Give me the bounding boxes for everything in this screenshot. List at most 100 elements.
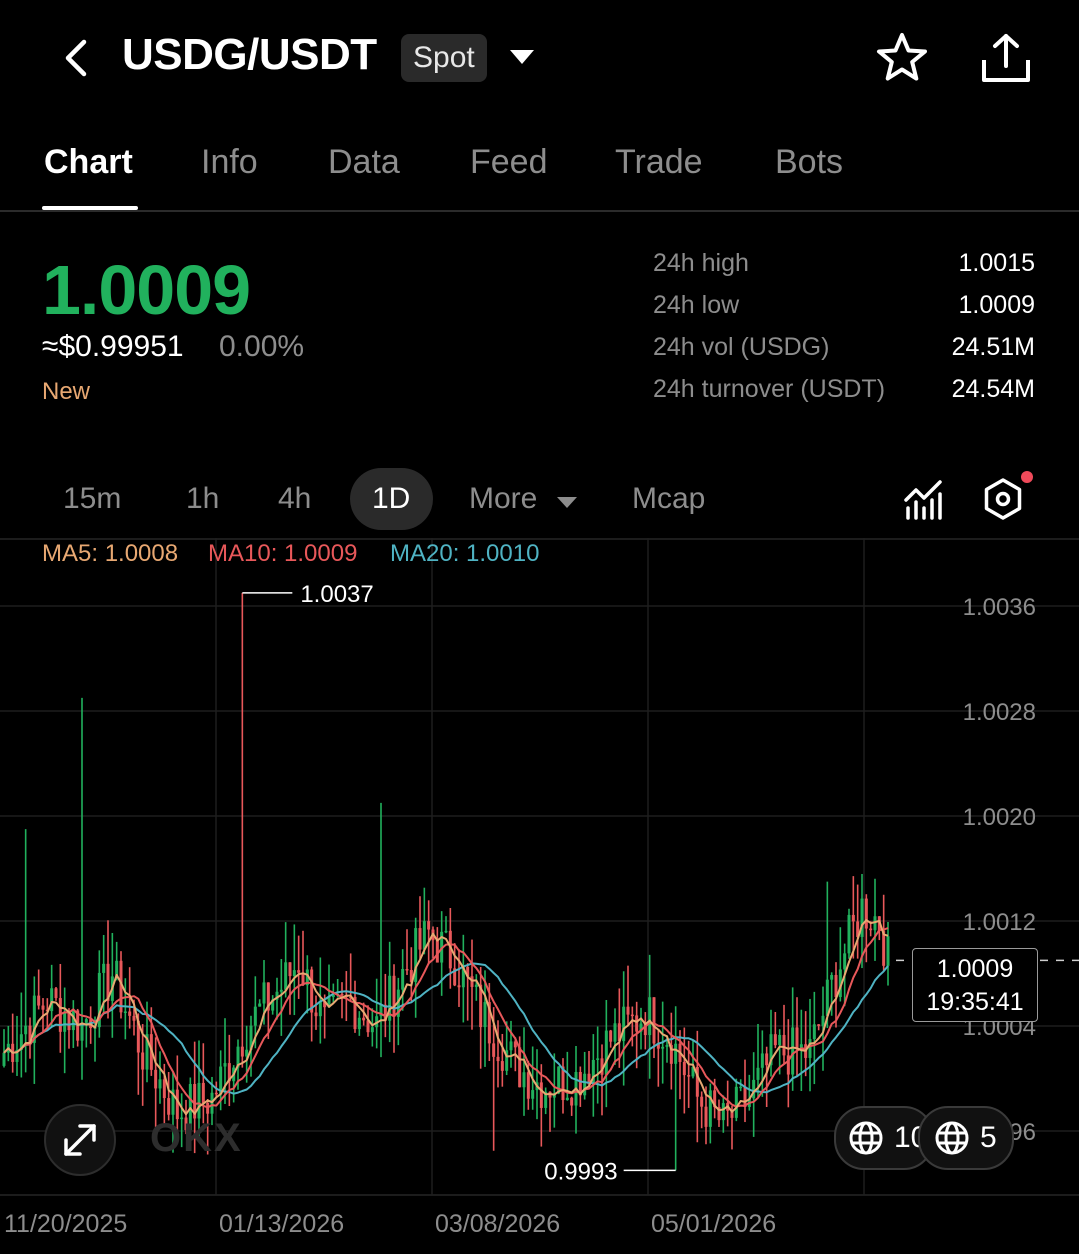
stat-value-turnover: 24.54M [951,375,1035,403]
candle-body [474,984,478,987]
tabs-divider [0,210,1079,212]
candle-body [674,1043,678,1064]
favorite-star-icon[interactable] [874,30,930,86]
candle-body [292,970,296,977]
candle-body [609,1030,613,1042]
x-tick-label: 05/01/2026 [651,1210,777,1238]
candle-body [41,1005,45,1010]
stat-label-low: 24h low [653,291,740,319]
candle-body [648,997,652,1036]
candle-body [635,1015,639,1032]
pair-title[interactable]: USDG/USDT [122,30,377,80]
candle-body [817,1024,821,1026]
candle-body [37,995,41,1006]
candle-body [214,1092,218,1095]
ma20-line [3,962,889,1095]
tab-feed[interactable]: Feed [470,143,548,182]
candle-body [500,1061,504,1071]
candle-body [522,1072,526,1088]
candle-body [102,963,106,973]
candle-body [821,1015,825,1026]
candle-body [739,1086,743,1089]
y-tick-label: 1.0012 [963,909,1036,936]
ma20-legend: MA20: 1.0010 [390,540,539,568]
stat-label-turnover: 24h turnover (USDT) [653,375,886,403]
candle-body [141,1052,145,1070]
candle-body [496,1056,500,1062]
candle-body [206,1103,210,1114]
candle-countdown: 19:35:41 [926,988,1024,1016]
candle-body [843,953,847,970]
stat-value-vol: 24.51M [951,333,1035,361]
chart-settings-icon[interactable] [980,476,1026,522]
pair-dropdown-caret-icon[interactable] [510,50,534,64]
x-tick-label: 01/13/2026 [219,1210,345,1238]
candle-body [531,1090,535,1099]
candle-body [630,1014,634,1017]
candle-body [175,1089,179,1120]
candle-body [808,1039,812,1058]
candle-body [782,1034,786,1056]
candle-body [210,1092,214,1114]
candle-body [682,1061,686,1076]
candle-body [362,1017,366,1021]
interval-more[interactable]: More [469,482,537,516]
interval-4h[interactable]: 4h [278,482,311,516]
candle-body [279,989,283,992]
indicators-icon[interactable] [902,478,946,522]
candle-body [652,997,656,1044]
fullscreen-button[interactable] [44,1104,116,1176]
candle-body [734,1086,738,1118]
globe-icon [935,1121,969,1155]
candle-body [167,1098,171,1115]
market-type-badge[interactable]: Spot [401,34,487,82]
y-tick-label: 1.0036 [963,594,1036,621]
more-dropdown-caret-icon[interactable] [557,497,577,508]
interval-1h[interactable]: 1h [186,482,219,516]
candlestick-chart[interactable]: 1.00361.00281.00201.00121.00040.99961.00… [0,538,1079,1198]
exchange-watermark: OKX [150,1116,243,1160]
candle-body [869,928,873,931]
candle-body [864,898,868,929]
price-change: 0.00% [219,330,305,363]
tab-chart[interactable]: Chart [44,143,133,182]
stat-value-low: 1.0009 [958,291,1035,319]
candle-body [626,1006,630,1015]
candle-body [795,1027,799,1050]
expand-icon [64,1124,96,1156]
share-icon[interactable] [978,30,1034,86]
candle-body [470,976,474,987]
candle-body [825,979,829,1016]
candle-body [223,1063,227,1067]
candle-body [340,993,344,996]
tab-info[interactable]: Info [201,143,258,182]
interval-1d[interactable]: 1D [372,482,410,516]
interval-15m[interactable]: 15m [63,482,121,516]
candle-body [721,1103,725,1121]
candle-body [604,1030,608,1075]
market-cap-toggle[interactable]: Mcap [632,482,705,516]
notification-dot [1021,471,1033,483]
tab-data[interactable]: Data [328,143,400,182]
candle-body [201,1082,205,1104]
ma20-label: MA20: [390,540,467,567]
candle-body [84,1019,88,1023]
y-tick-label: 1.0020 [963,804,1036,831]
stat-label-vol: 24h vol (USDG) [653,333,830,361]
candle-body [24,1025,28,1035]
candle-body [661,1046,665,1049]
widget-pill-right[interactable]: 5 [918,1106,1014,1170]
candle-body [700,1096,704,1107]
candle-body [518,1047,522,1088]
candle-body [357,1017,361,1030]
candle-body [444,930,448,933]
back-arrow-icon[interactable] [58,38,94,78]
tab-trade[interactable]: Trade [615,143,703,182]
max-price-label: 1.0037 [300,581,373,608]
candle-body [778,1034,782,1046]
ma10-label: MA10: [208,540,285,567]
candle-body [882,930,886,966]
candle-body [570,1097,574,1106]
tab-bots[interactable]: Bots [775,143,843,182]
candle-body [128,1011,132,1016]
